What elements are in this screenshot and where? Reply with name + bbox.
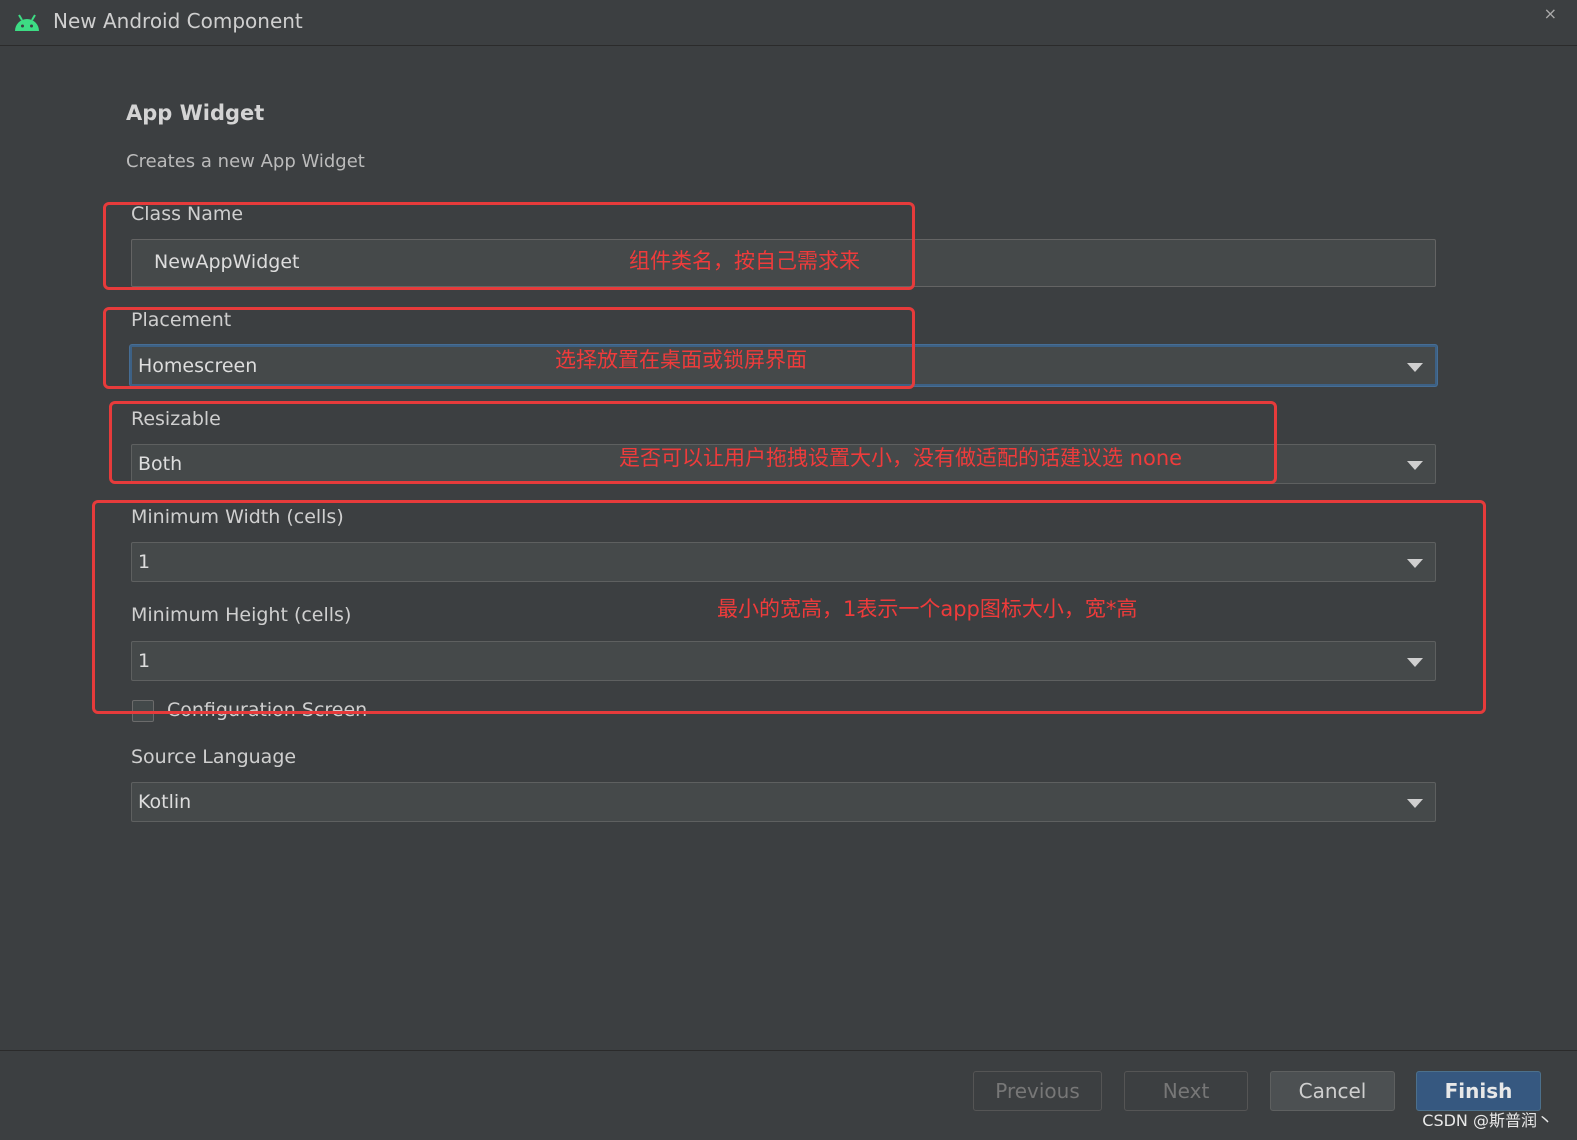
watermark: CSDN @斯普润丶 — [1422, 1111, 1553, 1130]
chevron-down-icon — [1407, 461, 1423, 470]
annotation-class-name: 组件类名，按自己需求来 — [629, 249, 860, 273]
close-icon[interactable]: × — [1544, 4, 1557, 23]
chevron-down-icon — [1407, 799, 1423, 808]
next-button[interactable]: Next — [1124, 1071, 1248, 1111]
finish-button[interactable]: Finish — [1416, 1071, 1541, 1111]
android-icon — [15, 14, 39, 31]
annotation-resizable: 是否可以让用户拖拽设置大小，没有做适配的话建议选 none — [619, 446, 1183, 470]
annotation-placement: 选择放置在桌面或锁屏界面 — [555, 348, 807, 372]
title-bar: New Android Component × — [0, 0, 1577, 46]
annotation-size: 最小的宽高，1表示一个app图标大小，宽*高 — [717, 597, 1138, 621]
source-language-value: Kotlin — [138, 791, 192, 813]
window-title: New Android Component — [53, 9, 303, 33]
source-language-label: Source Language — [131, 746, 297, 768]
page-title: App Widget — [126, 101, 265, 125]
page-description: Creates a new App Widget — [126, 151, 365, 172]
cancel-button[interactable]: Cancel — [1270, 1071, 1395, 1111]
source-language-dropdown[interactable]: Kotlin — [131, 782, 1436, 822]
chevron-down-icon — [1407, 363, 1423, 372]
previous-button[interactable]: Previous — [973, 1071, 1102, 1111]
